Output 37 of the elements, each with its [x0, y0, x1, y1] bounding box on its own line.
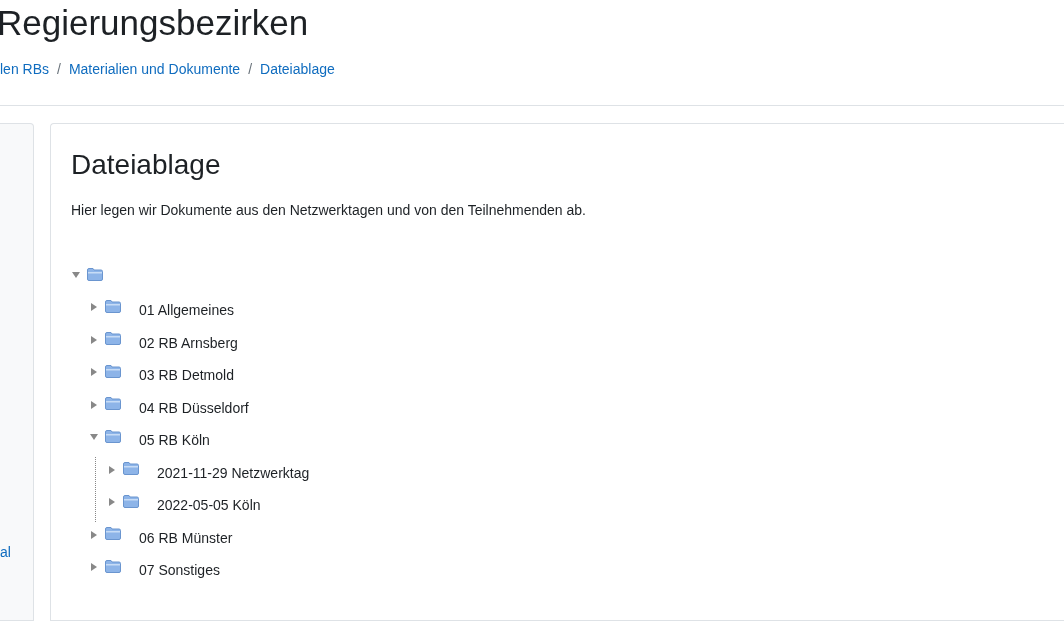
folder-name[interactable]: 02 RB Arnsberg [139, 334, 238, 351]
folder-icon [105, 559, 121, 573]
folder-icon [105, 397, 121, 411]
breadcrumb-link[interactable]: len RBs [0, 61, 50, 77]
folder-icon [123, 462, 139, 476]
breadcrumb-separator: / [57, 61, 61, 77]
folder-name[interactable]: 2022-05-05 Köln [157, 497, 261, 514]
sidebar-link[interactable]: al [0, 544, 11, 560]
folder-name[interactable]: 05 RB Köln [139, 432, 210, 449]
folder-name[interactable]: 06 RB Münster [139, 529, 233, 546]
description-text: Hier legen wir Dokumente aus den Netzwerktagen und von den Teilnehmenden ab. [71, 202, 587, 218]
folder-icon [123, 494, 139, 508]
breadcrumb-separator: / [248, 61, 253, 77]
folder-name[interactable]: 04 RB Düsseldorf [139, 399, 249, 416]
folder-icon [105, 332, 121, 346]
expand-triangle-icon[interactable] [89, 334, 99, 345]
expand-triangle-icon[interactable] [89, 529, 99, 540]
folder-icon [105, 364, 121, 378]
expand-triangle-icon[interactable] [89, 367, 99, 378]
folder-icon [105, 527, 121, 541]
section-title: Dateiablage [71, 148, 222, 182]
folder-name[interactable]: 03 RB Detmold [139, 367, 234, 384]
folder-name[interactable]: 2021-11-29 Netzwerktag [157, 464, 310, 481]
folder-icon [105, 299, 121, 313]
expand-triangle-icon[interactable] [89, 302, 99, 313]
collapse-triangle-icon[interactable] [71, 270, 81, 280]
expand-triangle-icon[interactable] [89, 399, 99, 410]
breadcrumb-link[interactable]: Dateiablage [260, 61, 335, 77]
folder-icon [105, 429, 121, 443]
expand-triangle-icon[interactable] [89, 562, 99, 573]
expand-triangle-icon[interactable] [107, 464, 117, 475]
page-title: Regierungsbezirken [0, 2, 310, 44]
folder-icon [87, 267, 103, 281]
breadcrumb-link[interactable]: Materialien und Dokumente [68, 61, 241, 77]
folder-name[interactable]: 07 Sonstiges [139, 562, 220, 579]
folder-name[interactable]: 01 Allgemeines [139, 302, 234, 319]
expand-triangle-icon[interactable] [107, 497, 117, 508]
